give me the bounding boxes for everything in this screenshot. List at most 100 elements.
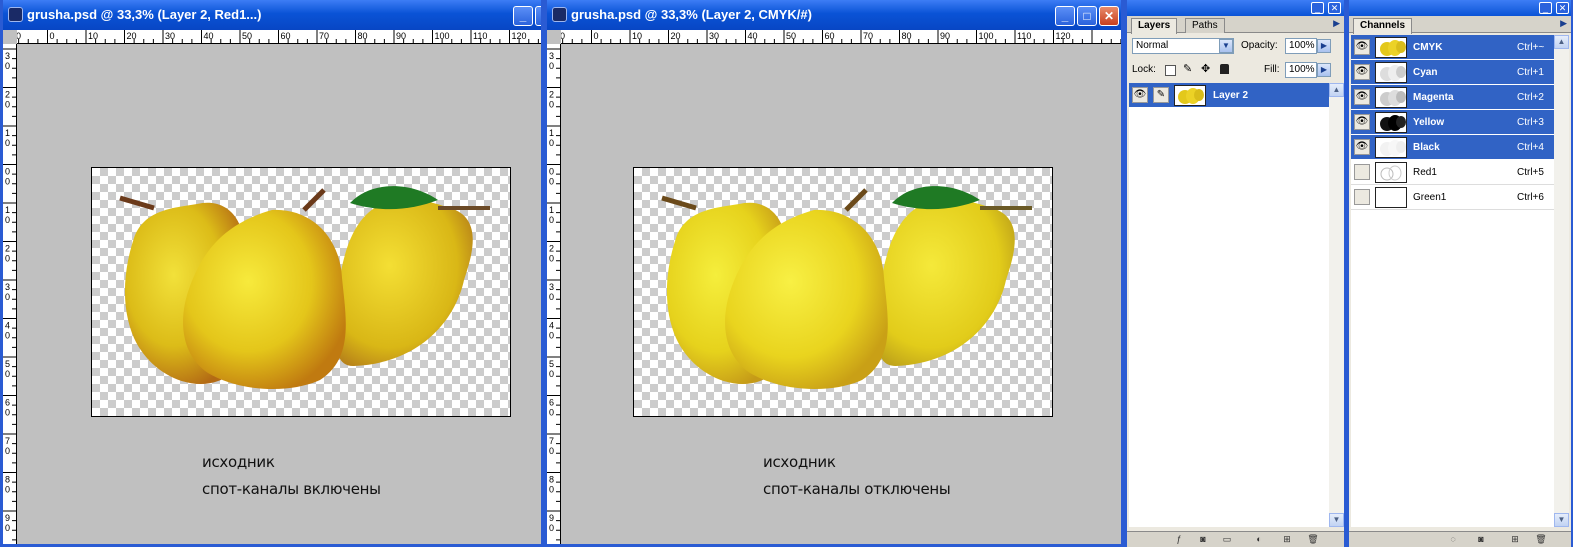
channels-panel-titlebar[interactable]: _ ✕: [1349, 0, 1571, 16]
channel-row-yellow[interactable]: 👁 Yellow Ctrl+3: [1351, 110, 1554, 135]
save-selection-icon[interactable]: ◙: [1475, 534, 1487, 545]
eye-icon[interactable]: 👁: [1132, 87, 1148, 103]
ruler-label: 110: [1017, 31, 1031, 41]
ruler-label: 0: [549, 100, 554, 110]
ruler-label: 0: [549, 138, 554, 148]
channel-row-cyan[interactable]: 👁 Cyan Ctrl+1: [1351, 60, 1554, 85]
visibility-toggle[interactable]: [1354, 189, 1370, 205]
caption-line-1: исходник: [202, 453, 275, 471]
add-mask-icon[interactable]: ◙: [1197, 534, 1209, 545]
trash-icon[interactable]: 🗑: [1535, 534, 1547, 545]
new-channel-icon[interactable]: ⊞: [1509, 534, 1521, 545]
channel-row-magenta[interactable]: 👁 Magenta Ctrl+2: [1351, 85, 1554, 110]
ruler-label: 0: [5, 167, 10, 177]
brush-icon[interactable]: ✎: [1153, 87, 1169, 103]
channel-row-cmyk[interactable]: 👁 CMYK Ctrl+~: [1351, 35, 1554, 60]
channel-name: Black: [1413, 142, 1440, 153]
ruler-label: 90: [940, 31, 950, 41]
layer-row[interactable]: 👁 ✎ Layer 2: [1129, 83, 1329, 108]
scroll-up-icon[interactable]: ▲: [1329, 83, 1344, 97]
ruler-label: 9: [5, 513, 10, 523]
panel-menu-icon[interactable]: ▶: [1560, 18, 1567, 29]
caption-line-2: спот-каналы отключены: [763, 480, 951, 498]
eye-icon[interactable]: 👁: [1354, 139, 1370, 155]
blend-mode-select[interactable]: Normal ▼: [1132, 38, 1234, 54]
close-icon[interactable]: ✕: [1099, 6, 1119, 26]
scroll-down-icon[interactable]: ▼: [1554, 513, 1569, 527]
channels-panel[interactable]: _ ✕ Channels ▶ 👁 CMYK Ctrl+~ 👁 Cyan Ctrl+1 👁 Ma…: [1346, 0, 1573, 547]
channel-thumbnail: [1375, 112, 1407, 133]
eye-icon[interactable]: 👁: [1354, 89, 1370, 105]
chevron-down-icon[interactable]: ▼: [1219, 39, 1233, 53]
ruler-label: 120: [512, 31, 527, 41]
canvas-area[interactable]: исходник спот-каналы отключены: [561, 44, 1121, 544]
tab-layers[interactable]: Layers: [1131, 18, 1178, 34]
eye-icon[interactable]: 👁: [1354, 114, 1370, 130]
layers-panel[interactable]: _ ✕ Layers Paths ▶ Normal ▼ Opacity: 100…: [1124, 0, 1346, 547]
ruler-label: 70: [319, 31, 329, 41]
ruler-label: 40: [748, 31, 758, 41]
panel-menu-icon[interactable]: ▶: [1333, 18, 1340, 29]
maximize-icon[interactable]: □: [535, 6, 541, 26]
ruler-label: 100: [979, 31, 994, 41]
image-artboard[interactable]: [91, 167, 511, 417]
eye-icon[interactable]: 👁: [1354, 39, 1370, 55]
image-artboard[interactable]: [633, 167, 1053, 417]
minimize-icon[interactable]: _: [1539, 2, 1552, 14]
close-icon[interactable]: ✕: [1556, 2, 1569, 14]
opacity-slider-arrow-icon[interactable]: ▶: [1317, 39, 1331, 53]
ruler-ticks: 100102030405060708090100110120: [561, 30, 1121, 43]
layers-scrollbar[interactable]: ▲ ▼: [1329, 83, 1344, 527]
lock-all-icon[interactable]: [1220, 64, 1229, 74]
ruler-label: 0: [5, 485, 10, 495]
trash-icon[interactable]: 🗑: [1307, 534, 1319, 545]
window-2-titlebar[interactable]: grusha.psd @ 33,3% (Layer 2, CMYK/#) _ □…: [547, 0, 1121, 30]
ruler-label: 80: [358, 31, 368, 41]
close-icon[interactable]: ✕: [1328, 2, 1341, 14]
minimize-icon[interactable]: _: [1055, 6, 1075, 26]
minimize-icon[interactable]: _: [513, 6, 533, 26]
fill-slider-arrow-icon[interactable]: ▶: [1317, 63, 1331, 77]
channels-scrollbar[interactable]: ▲ ▼: [1554, 35, 1569, 527]
maximize-icon[interactable]: □: [1077, 6, 1097, 26]
ruler-label: 6: [549, 398, 554, 408]
ruler-label: 7: [549, 436, 554, 446]
fill-value: 100%: [1289, 64, 1315, 75]
eye-icon[interactable]: 👁: [1354, 64, 1370, 80]
adjustment-layer-icon[interactable]: ◐: [1253, 534, 1265, 545]
scroll-down-icon[interactable]: ▼: [1329, 513, 1344, 527]
document-window-1[interactable]: grusha.psd @ 33,3% (Layer 2, Red1...) _ …: [0, 0, 544, 547]
document-window-2[interactable]: grusha.psd @ 33,3% (Layer 2, CMYK/#) _ □…: [544, 0, 1124, 547]
channel-list[interactable]: 👁 CMYK Ctrl+~ 👁 Cyan Ctrl+1 👁 Magenta Ctrl+2 👁 Yel…: [1351, 35, 1554, 527]
visibility-toggle[interactable]: [1354, 164, 1370, 180]
channel-thumbnail: [1375, 37, 1407, 58]
lock-paint-icon[interactable]: ✎: [1183, 62, 1192, 75]
window-1-titlebar[interactable]: grusha.psd @ 33,3% (Layer 2, Red1...) _ …: [3, 0, 541, 30]
scroll-up-icon[interactable]: ▲: [1554, 35, 1569, 49]
ruler-label: 0: [5, 215, 10, 225]
new-group-icon[interactable]: ▭: [1221, 534, 1233, 545]
channel-row-green1[interactable]: Green1 Ctrl+6: [1351, 185, 1554, 210]
tab-channels[interactable]: Channels: [1353, 18, 1413, 34]
lock-transparency-icon[interactable]: [1165, 65, 1176, 76]
ruler-label: 4: [549, 321, 554, 331]
opacity-input[interactable]: 100%: [1285, 38, 1317, 54]
load-selection-icon[interactable]: ◌: [1447, 534, 1459, 545]
layer-name: Layer 2: [1213, 90, 1249, 101]
ruler-label: 3: [5, 51, 10, 61]
ruler-label: 60: [281, 31, 291, 41]
layers-panel-titlebar[interactable]: _ ✕: [1127, 0, 1344, 16]
canvas-area[interactable]: исходник спот-каналы включены: [17, 44, 541, 544]
new-layer-icon[interactable]: ⊞: [1281, 534, 1293, 545]
ruler-label: 2: [5, 90, 10, 100]
layer-list[interactable]: 👁 ✎ Layer 2: [1129, 83, 1329, 527]
minimize-icon[interactable]: _: [1311, 2, 1324, 14]
layer-style-icon[interactable]: ƒ: [1173, 534, 1185, 545]
channel-shortcut: Ctrl+3: [1517, 117, 1544, 128]
channel-row-black[interactable]: 👁 Black Ctrl+4: [1351, 135, 1554, 160]
tab-paths[interactable]: Paths: [1185, 18, 1225, 33]
channel-row-red1[interactable]: Red1 Ctrl+5: [1351, 160, 1554, 185]
ruler-label: 10: [561, 31, 565, 41]
lock-position-icon[interactable]: ✥: [1201, 62, 1210, 75]
fill-input[interactable]: 100%: [1285, 62, 1317, 78]
